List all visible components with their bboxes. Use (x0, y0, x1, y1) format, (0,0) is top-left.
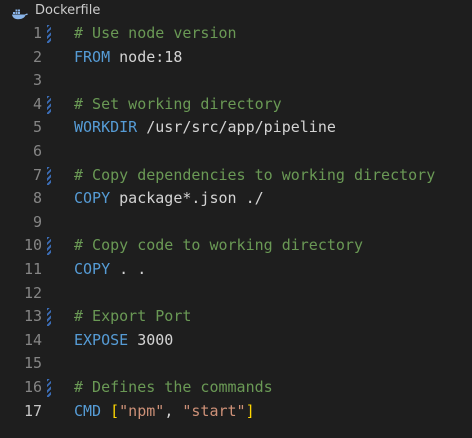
code-string: "start" (182, 401, 246, 420)
line-number: 1 (32, 24, 42, 42)
code-args: package*.json ./ (110, 189, 264, 208)
code-text: # Set working directory (74, 93, 282, 117)
tab-dockerfile[interactable]: Dockerfile (0, 0, 100, 22)
code-text: WORKDIR /usr/src/app/pipeline (74, 116, 336, 140)
code-keyword: FROM (74, 47, 111, 66)
gutter-change-marker (47, 166, 51, 185)
code-keyword: EXPOSE (74, 330, 129, 349)
code-text: CMD ["npm", "start"] (74, 400, 255, 424)
code-line[interactable]: 3 (0, 69, 472, 93)
line-number: 11 (23, 259, 42, 278)
code-line[interactable]: 15 (0, 352, 472, 376)
code-line[interactable]: 2 FROM node:18 (0, 46, 472, 70)
gutter-change-marker (47, 237, 51, 256)
code-comment: # Copy code to working directory (74, 236, 363, 255)
line-number: 6 (32, 141, 42, 160)
code-comment: # Use node version (74, 24, 237, 42)
code-text: # Defines the commands (74, 376, 273, 400)
code-text: FROM node:18 (74, 46, 182, 70)
code-args: /usr/src/app/pipeline (137, 118, 336, 137)
code-line[interactable]: 7 # Copy dependencies to working director… (0, 164, 472, 188)
code-line[interactable]: 13 # Export Port (0, 305, 472, 329)
line-number: 13 (23, 307, 42, 326)
code-text: # Copy code to working directory (74, 234, 363, 258)
code-comment: # Export Port (74, 307, 192, 326)
code-keyword: WORKDIR (74, 118, 138, 137)
code-line[interactable]: 6 (0, 140, 472, 164)
code-text: COPY . . (74, 258, 146, 282)
code-keyword: COPY (74, 189, 111, 208)
line-number: 3 (32, 71, 42, 90)
line-number: 17 (23, 401, 42, 420)
line-number: 5 (32, 118, 42, 137)
code-line[interactable]: 1 # Use node version (0, 22, 472, 46)
code-editor[interactable]: 1 # Use node version 2 FROM node:18 3 4 # Set … (0, 22, 472, 438)
code-text: # Export Port (74, 305, 191, 329)
gutter-change-marker (47, 378, 51, 397)
code-text: # Copy dependencies to working directory (74, 164, 435, 188)
code-comment: # Copy dependencies to working directory (74, 165, 436, 184)
code-line[interactable]: 9 (0, 211, 472, 235)
tab-title: Dockerfile (35, 3, 101, 18)
code-text: COPY package*.json ./ (74, 187, 264, 211)
code-text: EXPOSE 3000 (74, 329, 173, 353)
code-line[interactable]: 4 # Set working directory (0, 93, 472, 117)
gutter-change-marker (47, 95, 51, 114)
line-number: 14 (23, 330, 42, 349)
code-keyword: CMD (74, 401, 102, 420)
code-comment: # Set working directory (74, 94, 282, 113)
code-line[interactable]: 16 # Defines the commands (0, 376, 472, 400)
line-number: 16 (23, 377, 42, 396)
line-number: 10 (23, 236, 42, 255)
code-string: "npm" (119, 401, 165, 420)
code-line[interactable]: 11 COPY . . (0, 258, 472, 282)
docker-icon (11, 5, 29, 20)
line-number: 15 (23, 354, 42, 373)
line-number: 8 (32, 189, 42, 208)
code-comment: # Defines the commands (74, 377, 273, 396)
code-line[interactable]: 10 # Copy code to working directory (0, 234, 472, 258)
line-number: 7 (32, 165, 42, 184)
line-number: 9 (32, 212, 42, 231)
code-keyword: COPY (74, 259, 111, 278)
code-bracket: [ (110, 401, 120, 420)
code-separator: , (164, 401, 183, 420)
code-line[interactable]: 17 CMD ["npm", "start"] (0, 400, 472, 424)
tab-bar: Dockerfile (0, 0, 472, 22)
code-line[interactable]: 12 (0, 282, 472, 306)
code-bracket: ] (245, 401, 255, 420)
line-number: 2 (32, 47, 42, 66)
code-lines: 1 # Use node version 2 FROM node:18 3 4 # Set … (0, 22, 472, 423)
code-args: node:18 (110, 47, 183, 66)
code-line[interactable]: 14 EXPOSE 3000 (0, 329, 472, 353)
code-line[interactable]: 8 COPY package*.json ./ (0, 187, 472, 211)
code-args: . . (110, 259, 147, 278)
code-text: # Use node version (74, 22, 237, 46)
gutter-change-marker (47, 25, 51, 43)
code-args: 3000 (128, 330, 174, 349)
gutter-change-marker (47, 308, 51, 327)
code-line[interactable]: 5 WORKDIR /usr/src/app/pipeline (0, 116, 472, 140)
line-number: 12 (23, 283, 42, 302)
line-number: 4 (32, 94, 42, 113)
